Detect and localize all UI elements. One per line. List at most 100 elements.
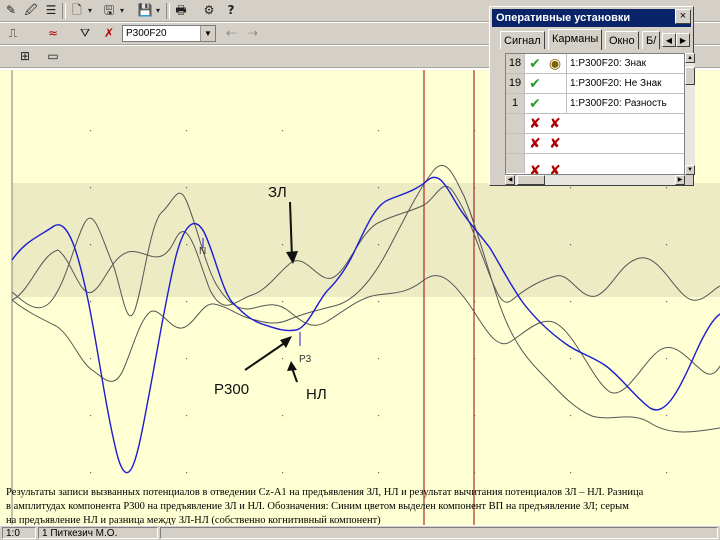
filter-icon[interactable]: ⛛ <box>76 25 94 42</box>
grid-dot <box>378 472 380 474</box>
grid-dot <box>474 244 476 246</box>
table-row[interactable]: ✘ ✘ <box>506 154 684 174</box>
cross-icon[interactable]: ✘ <box>546 115 564 133</box>
grid-dot <box>474 472 476 474</box>
panel-title[interactable]: Оперативные установки <box>492 9 691 27</box>
pocket-icon[interactable]: ◉ <box>546 55 564 73</box>
scroll-up-icon[interactable]: ▲ <box>685 53 695 63</box>
edit-icon[interactable]: ✎ <box>2 2 20 19</box>
grid-dot <box>474 415 476 417</box>
grid-dot <box>378 130 380 132</box>
grid-dot <box>570 358 572 360</box>
table-row[interactable]: ✘ ✘ <box>506 114 684 134</box>
arrow-right-icon[interactable]: ⇢ <box>244 25 262 42</box>
scroll-left-icon[interactable]: ◀ <box>505 175 515 185</box>
grid-dot <box>186 130 188 132</box>
horizontal-scrollbar[interactable]: ◀ ▶ <box>505 175 685 185</box>
close-icon[interactable]: × <box>675 9 691 24</box>
grid-dot <box>378 244 380 246</box>
cross-icon[interactable]: ✘ <box>546 162 564 174</box>
status-bar: 1:0 1 Питкезич М.О. <box>0 525 720 540</box>
grid-dot <box>378 187 380 189</box>
check-icon[interactable]: ✔ <box>526 75 544 93</box>
tab-window[interactable]: Окно <box>605 31 639 49</box>
row-label: 1:P300F20: Разность <box>566 94 667 113</box>
grid-dot <box>186 472 188 474</box>
grid-dot <box>474 130 476 132</box>
grid-dot <box>90 358 92 360</box>
window-icon[interactable]: ▭ <box>44 48 62 65</box>
grid-dot <box>282 472 284 474</box>
grid-dot <box>90 187 92 189</box>
p3-marker-label: P3 <box>299 354 312 365</box>
grid-dot <box>90 301 92 303</box>
layout-icon[interactable]: ⊞ <box>16 48 34 65</box>
preset-select[interactable]: P300F20 ▼ <box>122 25 216 42</box>
chevron-down-icon[interactable]: ▾ <box>154 2 162 19</box>
wave-icon[interactable]: ≈ <box>44 25 62 42</box>
grid-dot <box>570 472 572 474</box>
grid-dot <box>282 244 284 246</box>
new-file-icon[interactable]: 🗋 <box>68 2 86 19</box>
arrow-left-icon[interactable]: ⇠ <box>222 25 240 42</box>
table-row[interactable]: 18 ✔ ◉ 1:P300F20: Знак <box>506 54 684 74</box>
tab-signal[interactable]: Сигнал <box>500 31 545 49</box>
tab-scroll-left-icon[interactable]: ◀ <box>662 33 676 47</box>
row-number: 1 <box>506 94 525 113</box>
grid-dot <box>378 301 380 303</box>
caption-line-1: Результаты записи вызванных потенциалов … <box>6 487 644 498</box>
grid-dot <box>186 301 188 303</box>
grid-dot <box>666 187 668 189</box>
grid-dot <box>282 301 284 303</box>
cross-icon[interactable]: ✘ <box>546 135 564 153</box>
p300-label: P300 <box>214 381 249 398</box>
check-icon[interactable]: ✔ <box>526 55 544 73</box>
chevron-down-icon[interactable]: ▾ <box>86 2 94 19</box>
row-number: 19 <box>506 74 525 93</box>
row-label: 1:P300F20: Знак <box>566 54 646 73</box>
grid-dot <box>666 301 668 303</box>
grid-dot <box>186 358 188 360</box>
grid-dot <box>186 187 188 189</box>
grid-dot <box>186 244 188 246</box>
tab-pockets[interactable]: Карманы <box>548 29 603 50</box>
tab-scroll-right-icon[interactable]: ▶ <box>676 33 690 47</box>
table-row[interactable]: ✘ ✘ <box>506 134 684 154</box>
marker-icon[interactable]: ✗ <box>100 25 118 42</box>
grid-dot <box>282 130 284 132</box>
table-row[interactable]: 1 ✔ 1:P300F20: Разность <box>506 94 684 114</box>
scroll-thumb[interactable] <box>685 67 695 85</box>
nl-label: НЛ <box>306 386 327 403</box>
operative-settings-panel[interactable]: Оперативные установки × Сигнал Карманы О… <box>489 6 695 186</box>
cross-icon[interactable]: ✘ <box>526 135 544 153</box>
grid-dot <box>186 415 188 417</box>
check-icon[interactable]: ✔ <box>526 95 544 113</box>
row-number <box>506 114 525 133</box>
scroll-right-icon[interactable]: ▶ <box>675 175 685 185</box>
edit-doc-icon[interactable]: 🖉 <box>22 2 40 19</box>
list-icon[interactable]: ☰ <box>42 2 60 19</box>
grid-dot <box>666 358 668 360</box>
grid-dot <box>474 187 476 189</box>
grid-dot <box>666 472 668 474</box>
cross-icon[interactable]: ✘ <box>526 162 544 174</box>
table-row[interactable]: 19 ✔ 1:P300F20: Не Знак <box>506 74 684 94</box>
open-icon[interactable]: 🖫 <box>100 2 118 19</box>
figure-caption: Результаты записи вызванных потенциалов … <box>6 486 718 528</box>
grid-dot <box>570 415 572 417</box>
chevron-down-icon[interactable]: ▾ <box>118 2 126 19</box>
save-icon[interactable]: 💾 <box>136 2 154 19</box>
tab-more[interactable]: Б/ <box>642 31 660 49</box>
chevron-down-icon[interactable]: ▼ <box>200 26 215 41</box>
help-icon[interactable]: ? <box>222 2 240 19</box>
vertical-scrollbar[interactable]: ▲ ▼ <box>685 53 695 175</box>
grid-dot <box>474 358 476 360</box>
signal-icon[interactable]: ⎍ <box>4 25 22 42</box>
cross-icon[interactable]: ✘ <box>526 115 544 133</box>
settings-icon[interactable]: ⚙ <box>200 2 218 19</box>
print-icon[interactable]: 🖶 <box>172 2 190 19</box>
scroll-thumb[interactable] <box>517 175 545 185</box>
preset-select-value: P300F20 <box>126 28 167 39</box>
scroll-down-icon[interactable]: ▼ <box>685 165 695 175</box>
status-position: 1:0 <box>2 527 36 539</box>
